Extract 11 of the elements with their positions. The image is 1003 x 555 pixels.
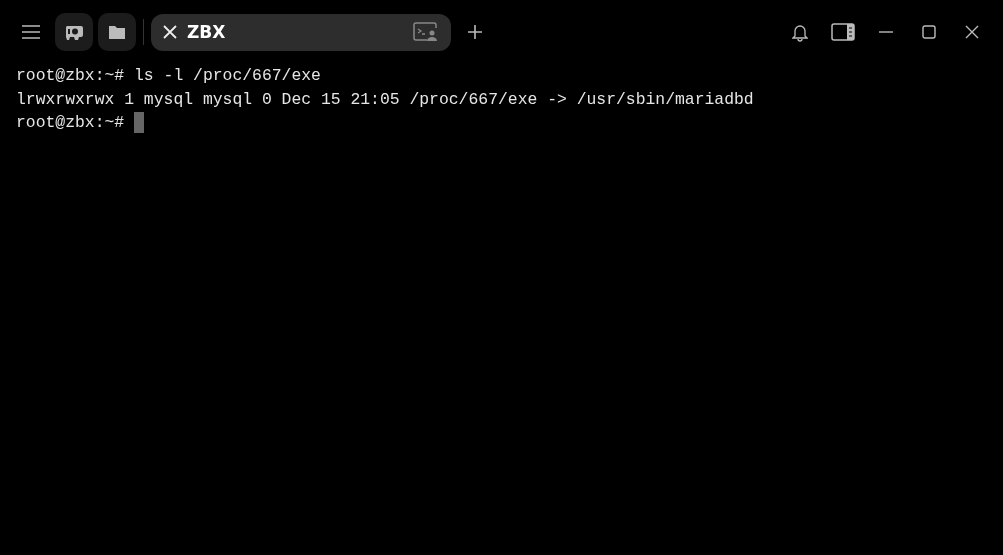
- profile-button[interactable]: [55, 13, 93, 51]
- robot-icon: [64, 23, 84, 41]
- close-icon[interactable]: [163, 25, 177, 39]
- terminal-tab[interactable]: ZBX: [151, 13, 451, 51]
- terminal-line: root@zbx:~# ls -l /proc/667/exe: [16, 65, 321, 87]
- text-cursor: [134, 112, 145, 134]
- folder-icon: [109, 25, 125, 39]
- terminal-user-icon: [413, 22, 439, 42]
- terminal-line: lrwxrwxrwx 1 mysql mysql 0 Dec 15 21:05 /proc/667/exe -> /usr/sbin/mariadbd: [16, 88, 754, 111]
- folder-button[interactable]: [98, 13, 136, 51]
- terminal-prompt: root@zbx:~#: [16, 112, 125, 134]
